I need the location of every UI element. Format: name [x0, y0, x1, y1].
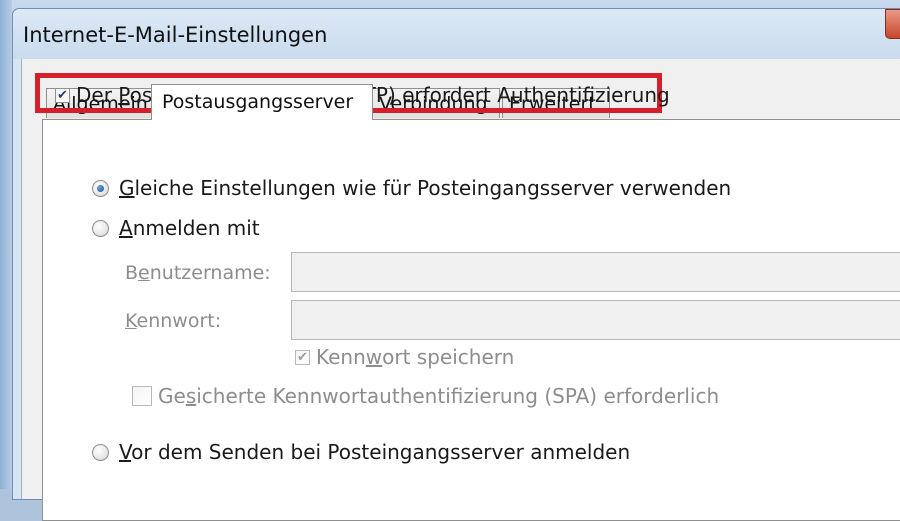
username-field[interactable]	[291, 252, 900, 292]
same-settings-label: Gleiche Einstellungen wie für Posteingan…	[119, 176, 732, 200]
tab-label: Postausgangsserver	[162, 91, 354, 113]
login-with-radio-row[interactable]: Anmelden mit	[92, 216, 260, 240]
checkmark-icon: ✔	[297, 349, 308, 365]
save-password-checkbox[interactable]: ✔	[295, 349, 310, 365]
login-before-send-radio-row[interactable]: Vor dem Senden bei Posteingangsserver an…	[92, 440, 630, 464]
password-label: Kennwort:	[125, 310, 222, 332]
password-field[interactable]	[291, 300, 900, 340]
same-settings-radio-row[interactable]: Gleiche Einstellungen wie für Posteingan…	[92, 176, 731, 200]
login-before-send-label: Vor dem Senden bei Posteingangsserver an…	[119, 440, 631, 464]
login-with-label: Anmelden mit	[119, 216, 260, 240]
save-password-checkbox-row[interactable]: ✔ Kennwort speichern	[295, 345, 514, 369]
username-label: Benutzername:	[125, 262, 271, 284]
close-button[interactable]	[885, 9, 900, 39]
spa-checkbox-row[interactable]: Gesicherte Kennwortauthentifizierung (SP…	[132, 384, 719, 408]
same-settings-radio[interactable]	[92, 179, 109, 197]
title-bar: Internet-E-Mail-Einstellungen	[13, 9, 900, 59]
save-password-label: Kennwort speichern	[316, 345, 515, 369]
checkmark-icon: ✔	[57, 87, 68, 103]
login-before-send-radio[interactable]	[92, 443, 109, 461]
spa-checkbox[interactable]	[132, 386, 152, 406]
spa-label: Gesicherte Kennwortauthentifizierung (SP…	[158, 384, 720, 408]
tab-postausgangsserver[interactable]: Postausgangsserver	[151, 84, 373, 120]
smtp-auth-checkbox[interactable]: ✔	[55, 87, 70, 103]
background-window-edge	[0, 0, 12, 489]
window-title: Internet-E-Mail-Einstellungen	[23, 23, 328, 47]
login-with-radio[interactable]	[92, 219, 109, 237]
